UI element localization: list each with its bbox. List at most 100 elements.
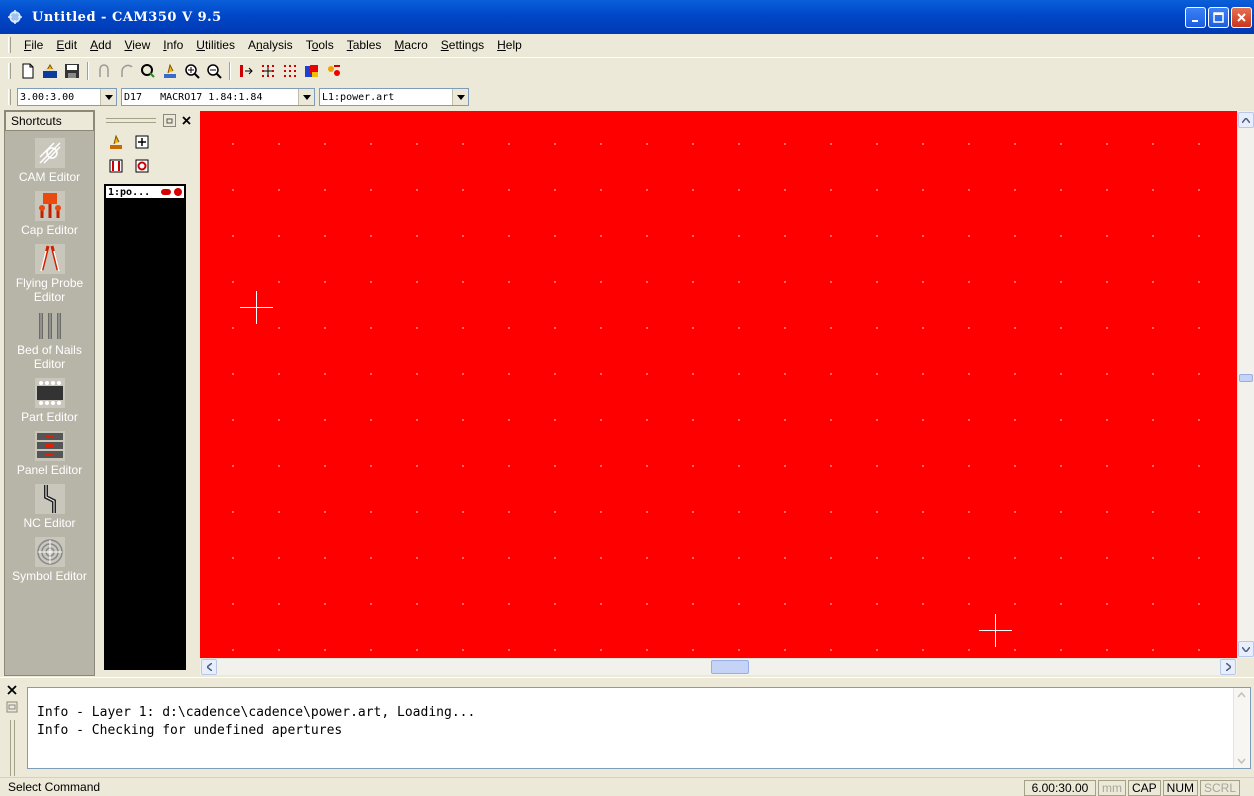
panel-editor-icon [34, 430, 66, 462]
drawing-canvas[interactable] [200, 111, 1237, 658]
menu-view[interactable]: View [117, 38, 156, 52]
shortcut-flying-probe-editor[interactable]: Flying Probe Editor [5, 243, 94, 304]
scroll-up-arrow-icon[interactable] [1238, 112, 1254, 128]
toolbar-grip[interactable] [8, 62, 11, 79]
dropdown-arrow-icon[interactable] [298, 89, 314, 105]
combobar-grip[interactable] [8, 89, 11, 105]
shortcut-part-editor[interactable]: Part Editor [5, 377, 94, 424]
layer-list-button[interactable] [106, 156, 126, 176]
shortcut-label: Symbol Editor [12, 569, 87, 583]
menu-label: Help [497, 38, 522, 52]
open-file-button[interactable] [39, 60, 61, 82]
layer-panel: 1:po... [100, 110, 194, 676]
menu-edit[interactable]: Edit [49, 38, 83, 52]
layer-row[interactable]: 1:po... [106, 186, 184, 198]
layer-add-icon [135, 135, 149, 149]
grid-button[interactable] [257, 60, 279, 82]
shortcut-label: Bed of Nails Editor [17, 343, 82, 371]
redo-button[interactable] [115, 60, 137, 82]
dropdown-arrow-icon[interactable] [452, 89, 468, 105]
color-icon [305, 64, 318, 77]
menu-label: Tables [346, 38, 382, 52]
status-num-lock: NUM [1162, 780, 1198, 796]
cap-editor-icon [34, 190, 66, 222]
close-icon[interactable] [6, 684, 18, 696]
menu-bar: File Edit Add View Info Utilities Analys… [0, 34, 1254, 56]
zoom-in-button[interactable] [181, 60, 203, 82]
scroll-right-arrow-icon[interactable] [1220, 659, 1236, 675]
layer-label: 1:po... [108, 186, 151, 198]
vertical-scroll-thumb[interactable] [1239, 374, 1253, 382]
menu-settings[interactable]: Settings [434, 38, 490, 52]
grid-size-select[interactable]: 3.00:3.00 [17, 88, 117, 106]
close-button[interactable] [1231, 7, 1252, 28]
new-file-icon [22, 63, 34, 78]
horizontal-scroll-thumb[interactable] [711, 660, 749, 674]
menu-utilities[interactable]: Utilities [189, 38, 241, 52]
save-button[interactable] [61, 60, 83, 82]
shortcut-cam-editor[interactable]: CAM Editor [5, 137, 94, 184]
menu-label: Macro [394, 38, 428, 52]
shortcut-cap-editor[interactable]: Cap Editor [5, 190, 94, 237]
output-scrollbar[interactable] [1233, 688, 1250, 768]
menu-file[interactable]: File [17, 38, 49, 52]
panel-restore-button[interactable] [163, 113, 176, 127]
part-editor-icon [34, 377, 66, 409]
scroll-down-arrow-icon[interactable] [1238, 641, 1254, 657]
layer-color-swatch[interactable] [161, 189, 171, 195]
output-line: Info - Checking for undefined apertures [37, 723, 343, 738]
layer-select[interactable]: L1:power.art [319, 88, 469, 106]
layer-visibility-dot[interactable] [174, 188, 182, 196]
minimize-icon [1192, 20, 1198, 22]
highlight-button[interactable] [323, 60, 345, 82]
grid-icon [262, 64, 274, 77]
restore-icon[interactable] [6, 701, 18, 713]
shortcut-bed-of-nails-editor[interactable]: Bed of Nails Editor [5, 310, 94, 371]
menu-add[interactable]: Add [83, 38, 117, 52]
scroll-left-arrow-icon[interactable] [201, 659, 217, 675]
dropdown-arrow-icon[interactable] [100, 89, 116, 105]
app-icon[interactable] [6, 8, 24, 26]
zoom-out-button[interactable] [203, 60, 225, 82]
layer-add-button[interactable] [132, 132, 152, 152]
vertical-scrollbar[interactable] [1237, 111, 1254, 658]
layer-open-button[interactable] [106, 132, 126, 152]
menu-info[interactable]: Info [156, 38, 189, 52]
snap-button[interactable] [235, 60, 257, 82]
menu-tables[interactable]: Tables [340, 38, 388, 52]
horizontal-scrollbar[interactable] [200, 658, 1237, 675]
menu-tools[interactable]: Tools [299, 38, 340, 52]
menu-label: Info [163, 38, 184, 52]
output-divider[interactable] [0, 677, 1254, 683]
menu-grip[interactable] [8, 37, 11, 53]
panel-close-button[interactable] [180, 114, 193, 127]
menu-label: View [124, 38, 151, 52]
zoom-in-icon [185, 63, 200, 79]
dot-grid-button[interactable] [279, 60, 301, 82]
menu-analysis[interactable]: Analysis [241, 38, 299, 52]
dcode-select[interactable]: D17 MACRO17 1.84:1.84 [121, 88, 315, 106]
shortcut-label: CAM Editor [18, 170, 81, 184]
menu-label: Utilities [196, 38, 235, 52]
undo-button[interactable] [93, 60, 115, 82]
scroll-down-arrow-icon[interactable] [1234, 753, 1249, 768]
new-file-button[interactable] [17, 60, 39, 82]
shortcuts-header[interactable]: Shortcuts [5, 111, 94, 131]
maximize-button[interactable] [1208, 7, 1229, 28]
shortcut-nc-editor[interactable]: NC Editor [5, 483, 94, 530]
title-bar: Untitled - CAM350 V 9.5 [0, 0, 1254, 34]
menu-help[interactable]: Help [490, 38, 528, 52]
layer-target-button[interactable] [132, 156, 152, 176]
color-button[interactable] [301, 60, 323, 82]
panel-grip[interactable] [106, 117, 156, 123]
pan-button[interactable] [159, 60, 181, 82]
menu-macro[interactable]: Macro [387, 38, 433, 52]
scroll-up-arrow-icon[interactable] [1234, 688, 1249, 703]
shortcut-panel-editor[interactable]: Panel Editor [5, 430, 94, 477]
minimize-button[interactable] [1185, 7, 1206, 28]
shortcut-symbol-editor[interactable]: Symbol Editor [5, 536, 94, 583]
output-log[interactable]: Info - Layer 1: d:\cadence\cadence\power… [27, 687, 1251, 769]
output-grip[interactable] [10, 720, 15, 776]
menu-label: Tools [305, 38, 334, 52]
redraw-button[interactable] [137, 60, 159, 82]
